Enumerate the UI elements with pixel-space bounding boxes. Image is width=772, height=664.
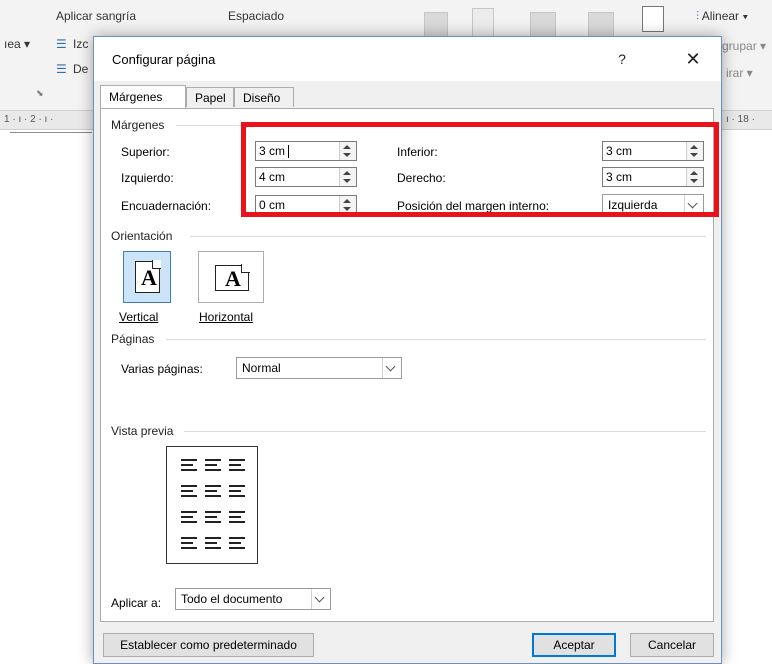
ruler-left-marks: 1 · ı · 2 · ı · [4,114,54,125]
tab-papel[interactable]: Papel [186,87,234,107]
indent-left-icon[interactable]: ☰ [56,37,67,51]
orientation-vertical-option[interactable]: A [123,251,171,303]
preview-text-line [181,516,193,518]
preview-text-line [205,459,221,461]
preview-text-line [181,542,193,544]
highlight-annotation-box [241,122,719,217]
preview-text-line [229,516,241,518]
chevron-down-icon [314,592,325,603]
tab-margenes[interactable]: Márgenes [100,85,186,109]
dialog-titlebar[interactable]: Configurar página ? ✕ [94,37,721,81]
horizontal-label[interactable]: Horizontal [199,310,253,324]
preview-text-line [229,469,245,471]
aplicar-a-value: Todo el documento [181,592,283,606]
pages-heading: Páginas [111,332,161,346]
tab-diseno[interactable]: Diseño [234,87,294,107]
preview-divider [184,431,706,432]
aplicar-a-select[interactable]: Todo el documento [175,588,331,610]
superior-label: Superior: [121,145,170,159]
preview-text-line [205,547,221,549]
ribbon-line-fragment[interactable]: ıea ▾ [4,37,30,51]
preview-text-line [181,469,197,471]
varias-paginas-select[interactable]: Normal [236,357,402,379]
dialog-title: Configurar página [112,52,216,67]
orientation-divider [190,236,706,237]
preview-text-line [205,521,221,523]
preview-text-line [181,485,197,487]
ruler-right-marks: ı · 18 · [726,114,755,125]
preview-text-line [181,490,193,492]
portrait-page-icon: A [135,260,161,293]
aplicar-a-label: Aplicar a: [111,596,162,610]
varias-paginas-label: Varias páginas: [121,362,203,376]
ribbon-aplicar-sangria: Aplicar sangría [56,9,137,23]
ribbon-alinear[interactable]: ⫶ Alinear ▾ [696,9,748,24]
preview-text-line [229,511,245,513]
preview-heading: Vista previa [111,424,180,438]
preview-text-line [229,537,245,539]
orientation-heading: Orientación [111,229,179,243]
preview-text-line [181,511,197,513]
preview-text-line [181,459,197,461]
varias-paginas-value: Normal [242,361,281,375]
preview-text-line [205,511,221,513]
ribbon-girar[interactable]: irar ▾ [726,66,753,80]
margins-heading: Márgenes [111,118,171,132]
preview-text-line [181,464,193,466]
preview-text-line [205,485,221,487]
preview-text-line [205,469,221,471]
preview-text-line [229,547,245,549]
ribbon-selection-icon[interactable] [642,6,664,32]
preview-text-line [229,521,245,523]
preview-text-line [205,537,221,539]
ribbon-de-fragment: De [73,62,89,76]
ribbon-launcher-icon[interactable]: ⬊ [36,88,44,99]
preview-text-line [229,495,245,497]
preview-text-line [229,464,241,466]
preview-text-line [205,464,217,466]
preview-text-line [229,542,241,544]
preview-text-line [181,537,197,539]
cancel-button[interactable]: Cancelar [630,633,714,657]
preview-text-line [229,490,241,492]
chevron-down-icon [385,361,396,372]
preview-text-line [229,485,245,487]
vertical-label[interactable]: Vertical [119,310,158,324]
ribbon-agrupar[interactable]: grupar ▾ [722,39,766,53]
page-preview [166,446,258,564]
close-icon[interactable]: ✕ [680,47,706,71]
ok-button[interactable]: Aceptar [532,633,616,657]
ribbon-izq-fragment: Izc [73,37,89,51]
help-button[interactable]: ? [610,48,634,70]
encuadernacion-label: Encuadernación: [121,199,212,213]
varias-dropdown-button[interactable] [382,358,401,378]
preview-text-line [205,516,217,518]
preview-text-line [205,542,217,544]
set-default-button[interactable]: Establecer como predeterminado [103,633,314,657]
document-divider [10,132,92,133]
preview-text-line [205,490,217,492]
pages-divider [166,339,706,340]
orientation-horizontal-option[interactable]: A [198,251,264,303]
landscape-page-icon: A [215,264,250,291]
aplicar-dropdown-button[interactable] [311,589,330,609]
preview-text-line [205,495,221,497]
preview-text-line [229,459,245,461]
preview-text-line [181,547,197,549]
ribbon-espaciado: Espaciado [228,9,285,23]
preview-text-line [181,495,197,497]
preview-text-line [181,521,197,523]
izquierdo-label: Izquierdo: [121,171,174,185]
indent-right-icon[interactable]: ☰ [56,62,67,76]
